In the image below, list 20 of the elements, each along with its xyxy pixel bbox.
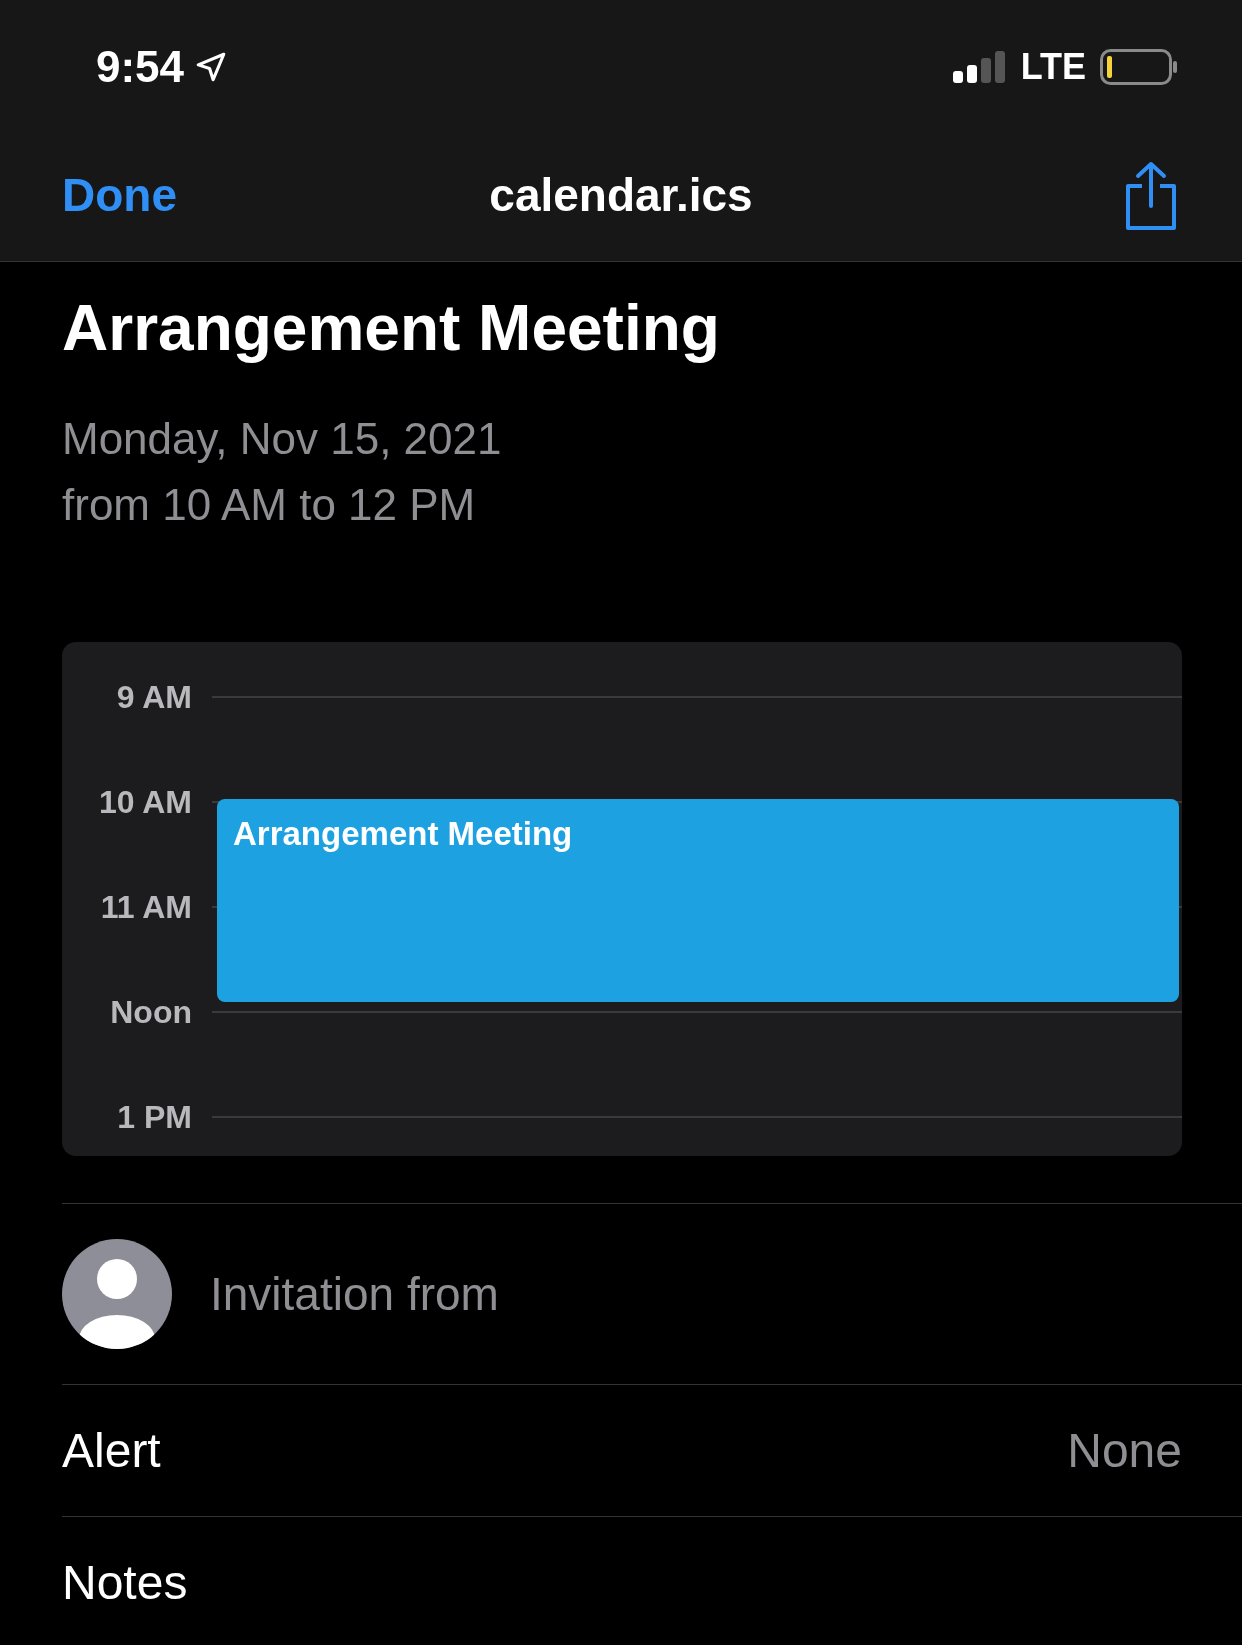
- row-label: Notes: [62, 1554, 188, 1611]
- network-label: LTE: [1020, 45, 1086, 89]
- signal-icon: [952, 49, 1007, 85]
- battery-icon: [1100, 49, 1178, 85]
- row-label: Alert: [62, 1422, 161, 1479]
- done-button[interactable]: Done: [62, 161, 242, 230]
- status-time: 9:54: [96, 41, 185, 93]
- hour-label: Noon: [109, 992, 192, 1032]
- event-block[interactable]: Arrangement Meeting: [217, 799, 1179, 1002]
- event-title: Arrangement Meeting: [62, 291, 721, 366]
- row-value: None: [1067, 1422, 1182, 1479]
- avatar-icon: [62, 1239, 172, 1349]
- invitation-label: Invitation from: [210, 1266, 499, 1322]
- event-time: from 10 AM to 12 PM: [62, 479, 477, 531]
- event-date: Monday, Nov 15, 2021: [62, 413, 503, 465]
- hour-label: 9 AM: [115, 677, 192, 717]
- hour-label: 1 PM: [116, 1097, 192, 1137]
- nav-title: calendar.ics: [489, 168, 753, 223]
- hour-label: 11 AM: [99, 887, 192, 927]
- hour-label: 10 AM: [97, 782, 192, 822]
